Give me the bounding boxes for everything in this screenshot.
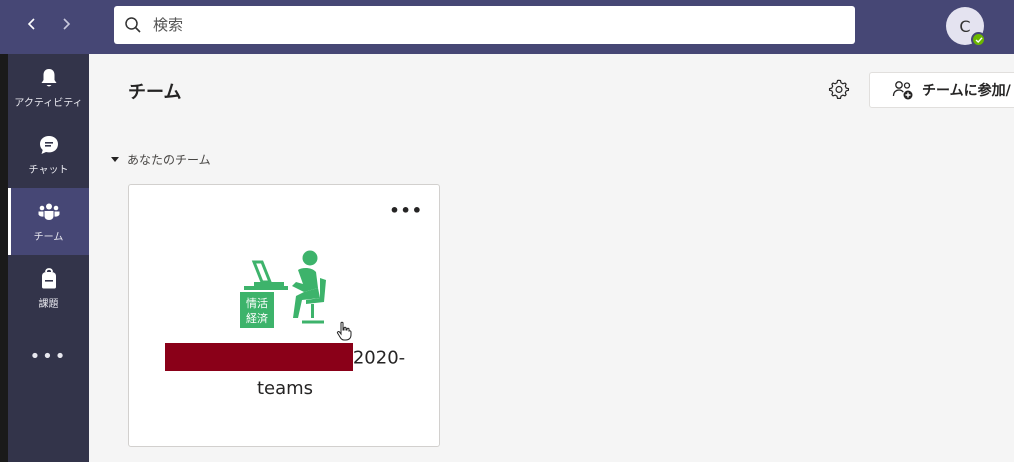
logo-text-line2: 経済 [246,311,268,325]
back-button[interactable] [20,12,44,36]
search-bar[interactable] [114,6,855,44]
settings-button[interactable] [828,78,852,102]
chevron-right-icon [63,18,71,30]
rail-item-teams[interactable]: チーム [8,188,89,255]
backpack-icon [37,267,61,291]
gear-icon [828,79,850,99]
rail-item-assignments[interactable]: 課題 [8,255,89,322]
rail-label-teams: チーム [33,232,64,243]
hand-cursor-icon [336,321,352,341]
search-input[interactable] [151,15,831,35]
main-content: チーム チームに参加/ あなたのチーム ••• 情活 経済 2020- team… [89,54,1014,462]
teams-icon [37,200,61,224]
caret-down-icon [111,157,119,162]
search-icon [125,17,141,33]
redaction-block [164,343,353,371]
rail-item-chat[interactable]: チャット [8,121,89,188]
bell-icon [37,66,61,90]
chevron-left-icon [27,18,35,30]
top-bar: C [0,0,1014,54]
more-apps-button[interactable]: ••• [8,341,89,371]
your-teams-section-toggle[interactable]: あなたのチーム [111,151,211,168]
avatar-initial: C [959,16,971,36]
join-or-create-team-button[interactable]: チームに参加/ [869,72,1014,108]
add-people-icon [892,81,913,100]
team-card[interactable]: ••• 情活 経済 2020- teams [128,184,440,447]
rail-label-activity: アクティビティ [14,98,83,109]
avatar[interactable]: C [946,7,986,47]
rail-label-assignments: 課題 [38,299,59,310]
page-title: チーム [128,82,182,103]
section-label: あなたのチーム [127,153,211,167]
logo-text-line1: 情活 [246,297,268,310]
app-bar: アクティビティ チャット チーム 課題 ••• [0,54,89,462]
join-button-label: チームに参加/ [922,83,1011,99]
team-name: 2020- teams [129,343,441,404]
forward-button[interactable] [54,12,78,36]
rail-item-activity[interactable]: アクティビティ [8,54,89,121]
chat-icon [37,133,61,157]
team-name-suffix: 2020- [352,347,406,369]
team-logo-icon: 情活 経済 [240,250,326,328]
presence-available-icon [971,32,986,47]
rail-edge [0,54,8,462]
team-options-button[interactable]: ••• [389,201,423,220]
rail-label-chat: チャット [28,165,69,176]
team-name-line2: teams [256,378,314,399]
